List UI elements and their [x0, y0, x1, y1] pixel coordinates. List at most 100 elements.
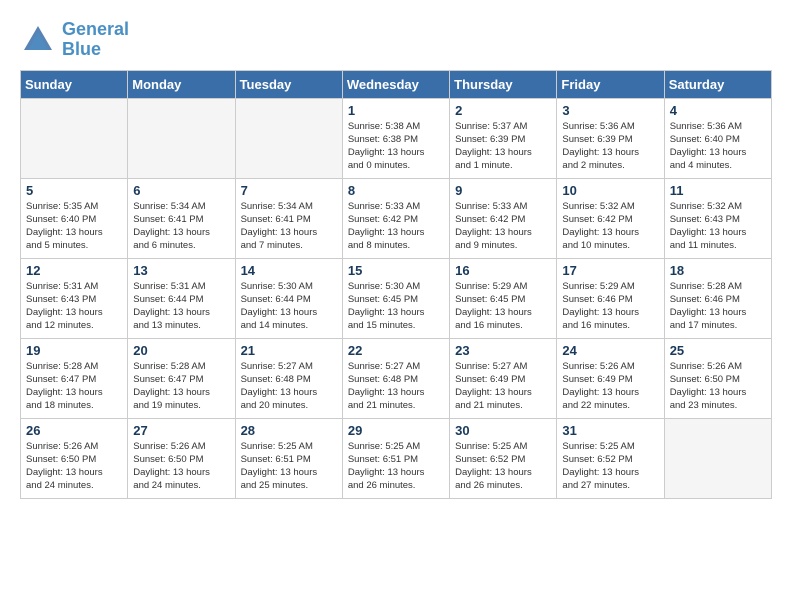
logo-text: General Blue — [62, 20, 129, 60]
calendar-cell: 3 Sunrise: 5:36 AM Sunset: 6:39 PM Daylig… — [557, 98, 664, 178]
day-info: Sunrise: 5:35 AM Sunset: 6:40 PM Dayligh… — [26, 200, 122, 253]
day-info: Sunrise: 5:26 AM Sunset: 6:50 PM Dayligh… — [133, 440, 229, 493]
day-info: Sunrise: 5:27 AM Sunset: 6:48 PM Dayligh… — [348, 360, 444, 413]
weekday-sunday: Sunday — [21, 70, 128, 98]
day-number: 24 — [562, 343, 658, 358]
calendar-cell — [21, 98, 128, 178]
calendar-cell: 11Sunrise: 5:32 AM Sunset: 6:43 PM Dayli… — [664, 178, 771, 258]
calendar-cell: 6 Sunrise: 5:34 AM Sunset: 6:41 PM Daylig… — [128, 178, 235, 258]
day-number: 22 — [348, 343, 444, 358]
day-number: 10 — [562, 183, 658, 198]
calendar-cell — [235, 98, 342, 178]
day-info: Sunrise: 5:25 AM Sunset: 6:51 PM Dayligh… — [348, 440, 444, 493]
day-number: 1 — [348, 103, 444, 118]
calendar-cell: 31 Sunrise: 5:25 AM Sunset: 6:52 PM Dayli… — [557, 418, 664, 498]
day-number: 21 — [241, 343, 337, 358]
weekday-header-row: SundayMondayTuesdayWednesdayThursdayFrid… — [21, 70, 772, 98]
day-number: 14 — [241, 263, 337, 278]
day-info: Sunrise: 5:26 AM Sunset: 6:50 PM Dayligh… — [26, 440, 122, 493]
calendar-cell: 10 Sunrise: 5:32 AM Sunset: 6:42 PM Dayli… — [557, 178, 664, 258]
calendar-cell: 20Sunrise: 5:28 AM Sunset: 6:47 PM Dayli… — [128, 338, 235, 418]
calendar-cell: 2 Sunrise: 5:37 AM Sunset: 6:39 PM Daylig… — [450, 98, 557, 178]
day-number: 23 — [455, 343, 551, 358]
week-row-4: 19Sunrise: 5:28 AM Sunset: 6:47 PM Dayli… — [21, 338, 772, 418]
day-info: Sunrise: 5:26 AM Sunset: 6:49 PM Dayligh… — [562, 360, 658, 413]
logo-icon — [20, 22, 56, 58]
day-number: 29 — [348, 423, 444, 438]
calendar-cell: 5 Sunrise: 5:35 AM Sunset: 6:40 PM Daylig… — [21, 178, 128, 258]
day-number: 8 — [348, 183, 444, 198]
day-number: 3 — [562, 103, 658, 118]
calendar-cell: 27 Sunrise: 5:26 AM Sunset: 6:50 PM Dayli… — [128, 418, 235, 498]
weekday-tuesday: Tuesday — [235, 70, 342, 98]
day-info: Sunrise: 5:28 AM Sunset: 6:47 PM Dayligh… — [26, 360, 122, 413]
day-info: Sunrise: 5:28 AM Sunset: 6:46 PM Dayligh… — [670, 280, 766, 333]
calendar-cell: 21 Sunrise: 5:27 AM Sunset: 6:48 PM Dayli… — [235, 338, 342, 418]
calendar-cell: 22 Sunrise: 5:27 AM Sunset: 6:48 PM Dayli… — [342, 338, 449, 418]
calendar-cell: 30 Sunrise: 5:25 AM Sunset: 6:52 PM Dayli… — [450, 418, 557, 498]
calendar-cell — [128, 98, 235, 178]
day-info: Sunrise: 5:36 AM Sunset: 6:39 PM Dayligh… — [562, 120, 658, 173]
day-info: Sunrise: 5:33 AM Sunset: 6:42 PM Dayligh… — [455, 200, 551, 253]
calendar-cell: 26 Sunrise: 5:26 AM Sunset: 6:50 PM Dayli… — [21, 418, 128, 498]
day-info: Sunrise: 5:32 AM Sunset: 6:42 PM Dayligh… — [562, 200, 658, 253]
day-number: 31 — [562, 423, 658, 438]
day-info: Sunrise: 5:27 AM Sunset: 6:48 PM Dayligh… — [241, 360, 337, 413]
day-info: Sunrise: 5:25 AM Sunset: 6:52 PM Dayligh… — [562, 440, 658, 493]
calendar-cell: 7Sunrise: 5:34 AM Sunset: 6:41 PM Daylig… — [235, 178, 342, 258]
calendar-cell: 15Sunrise: 5:30 AM Sunset: 6:45 PM Dayli… — [342, 258, 449, 338]
weekday-wednesday: Wednesday — [342, 70, 449, 98]
day-number: 25 — [670, 343, 766, 358]
calendar-cell: 8 Sunrise: 5:33 AM Sunset: 6:42 PM Daylig… — [342, 178, 449, 258]
calendar-cell: 4 Sunrise: 5:36 AM Sunset: 6:40 PM Daylig… — [664, 98, 771, 178]
day-info: Sunrise: 5:37 AM Sunset: 6:39 PM Dayligh… — [455, 120, 551, 173]
day-info: Sunrise: 5:32 AM Sunset: 6:43 PM Dayligh… — [670, 200, 766, 253]
page-header: General Blue — [20, 20, 772, 60]
day-info: Sunrise: 5:28 AM Sunset: 6:47 PM Dayligh… — [133, 360, 229, 413]
day-info: Sunrise: 5:38 AM Sunset: 6:38 PM Dayligh… — [348, 120, 444, 173]
day-info: Sunrise: 5:33 AM Sunset: 6:42 PM Dayligh… — [348, 200, 444, 253]
day-number: 16 — [455, 263, 551, 278]
calendar-cell: 28Sunrise: 5:25 AM Sunset: 6:51 PM Dayli… — [235, 418, 342, 498]
weekday-saturday: Saturday — [664, 70, 771, 98]
day-info: Sunrise: 5:26 AM Sunset: 6:50 PM Dayligh… — [670, 360, 766, 413]
day-number: 13 — [133, 263, 229, 278]
calendar-cell — [664, 418, 771, 498]
day-info: Sunrise: 5:31 AM Sunset: 6:43 PM Dayligh… — [26, 280, 122, 333]
day-info: Sunrise: 5:31 AM Sunset: 6:44 PM Dayligh… — [133, 280, 229, 333]
calendar-cell: 23 Sunrise: 5:27 AM Sunset: 6:49 PM Dayli… — [450, 338, 557, 418]
calendar-cell: 24 Sunrise: 5:26 AM Sunset: 6:49 PM Dayli… — [557, 338, 664, 418]
week-row-1: 1 Sunrise: 5:38 AM Sunset: 6:38 PM Daylig… — [21, 98, 772, 178]
day-number: 12 — [26, 263, 122, 278]
day-number: 5 — [26, 183, 122, 198]
calendar-cell: 19Sunrise: 5:28 AM Sunset: 6:47 PM Dayli… — [21, 338, 128, 418]
day-info: Sunrise: 5:34 AM Sunset: 6:41 PM Dayligh… — [133, 200, 229, 253]
weekday-friday: Friday — [557, 70, 664, 98]
calendar-cell: 13 Sunrise: 5:31 AM Sunset: 6:44 PM Dayli… — [128, 258, 235, 338]
week-row-5: 26 Sunrise: 5:26 AM Sunset: 6:50 PM Dayli… — [21, 418, 772, 498]
calendar-cell: 25 Sunrise: 5:26 AM Sunset: 6:50 PM Dayli… — [664, 338, 771, 418]
day-info: Sunrise: 5:29 AM Sunset: 6:45 PM Dayligh… — [455, 280, 551, 333]
day-info: Sunrise: 5:29 AM Sunset: 6:46 PM Dayligh… — [562, 280, 658, 333]
calendar-cell: 29 Sunrise: 5:25 AM Sunset: 6:51 PM Dayli… — [342, 418, 449, 498]
day-number: 30 — [455, 423, 551, 438]
weekday-thursday: Thursday — [450, 70, 557, 98]
day-info: Sunrise: 5:25 AM Sunset: 6:52 PM Dayligh… — [455, 440, 551, 493]
day-number: 18 — [670, 263, 766, 278]
calendar-cell: 1 Sunrise: 5:38 AM Sunset: 6:38 PM Daylig… — [342, 98, 449, 178]
day-number: 26 — [26, 423, 122, 438]
day-info: Sunrise: 5:36 AM Sunset: 6:40 PM Dayligh… — [670, 120, 766, 173]
calendar-cell: 17Sunrise: 5:29 AM Sunset: 6:46 PM Dayli… — [557, 258, 664, 338]
calendar-cell: 16 Sunrise: 5:29 AM Sunset: 6:45 PM Dayli… — [450, 258, 557, 338]
calendar-cell: 18 Sunrise: 5:28 AM Sunset: 6:46 PM Dayli… — [664, 258, 771, 338]
day-number: 6 — [133, 183, 229, 198]
day-number: 27 — [133, 423, 229, 438]
calendar-body: 1 Sunrise: 5:38 AM Sunset: 6:38 PM Daylig… — [21, 98, 772, 498]
day-number: 9 — [455, 183, 551, 198]
logo: General Blue — [20, 20, 129, 60]
day-info: Sunrise: 5:34 AM Sunset: 6:41 PM Dayligh… — [241, 200, 337, 253]
day-info: Sunrise: 5:27 AM Sunset: 6:49 PM Dayligh… — [455, 360, 551, 413]
calendar-table: SundayMondayTuesdayWednesdayThursdayFrid… — [20, 70, 772, 499]
day-number: 4 — [670, 103, 766, 118]
day-number: 2 — [455, 103, 551, 118]
